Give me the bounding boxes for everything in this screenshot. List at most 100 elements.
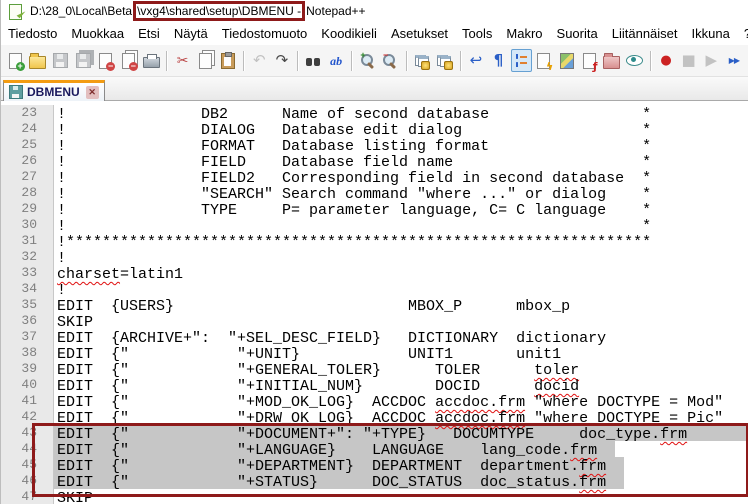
paste-icon[interactable] <box>218 49 239 72</box>
code-line[interactable]: 27! FIELD2 Corresponding field in second… <box>1 169 748 185</box>
save-all-icon[interactable] <box>73 49 94 72</box>
line-number[interactable]: 25 <box>1 137 54 153</box>
macro-stop-icon[interactable]: ■ <box>678 49 699 72</box>
menu-item-muokkaa[interactable]: Muokkaa <box>64 24 131 43</box>
line-number[interactable]: 26 <box>1 153 54 169</box>
line-number[interactable]: 32 <box>1 249 54 265</box>
code-line[interactable]: 45EDIT {" "+DEPARTMENT} DEPARTMENT depar… <box>1 457 748 473</box>
code-line[interactable]: 29! TYPE P= parameter language, C= C lan… <box>1 201 748 217</box>
line-number[interactable]: 43 <box>1 425 54 441</box>
doc-map-icon[interactable] <box>556 49 577 72</box>
word-wrap-icon[interactable]: ↩ <box>466 49 487 72</box>
find-icon[interactable] <box>303 49 324 72</box>
monitor-eye-icon[interactable] <box>624 49 645 72</box>
code-line[interactable]: 40EDIT {" "+INITIAL_NUM} DOCID docid <box>1 377 748 393</box>
line-number[interactable]: 23 <box>1 105 54 121</box>
code-line[interactable]: 28! "SEARCH" Search command "where ..." … <box>1 185 748 201</box>
code-line[interactable]: 37EDIT {ARCHIVE+": "+SEL_DESC_FIELD} DIC… <box>1 329 748 345</box>
copy-icon[interactable] <box>195 49 216 72</box>
sync-h-icon[interactable] <box>434 49 455 72</box>
line-number[interactable]: 24 <box>1 121 54 137</box>
replace-icon[interactable]: ab <box>326 49 347 72</box>
menu-item-koodikieli[interactable]: Koodikieli <box>314 24 384 43</box>
line-number[interactable]: 42 <box>1 409 54 425</box>
line-number[interactable]: 46 <box>1 473 54 489</box>
tab-close-icon[interactable]: ✕ <box>86 86 99 99</box>
line-number[interactable]: 34 <box>1 281 54 297</box>
line-number[interactable]: 45 <box>1 457 54 473</box>
code-line-text-wrap: ! FIELD Database field name * <box>54 153 748 169</box>
code-line[interactable]: 30! * <box>1 217 748 233</box>
show-all-chars-icon[interactable]: ¶ <box>488 49 509 72</box>
function-list-icon[interactable]: ƒ <box>579 49 600 72</box>
line-number[interactable]: 35 <box>1 297 54 313</box>
line-number[interactable]: 44 <box>1 441 54 457</box>
line-number[interactable]: 27 <box>1 169 54 185</box>
print-icon[interactable] <box>141 49 162 72</box>
close-file-icon[interactable]: − <box>96 49 117 72</box>
code-text: EDIT {" "+STATUS} DOC_STATUS doc_status.… <box>57 474 606 491</box>
tab-dbmenu[interactable]: DBMENU ✕ <box>3 80 105 101</box>
close-all-icon[interactable]: − <box>118 49 139 72</box>
code-line[interactable]: 25! FORMAT Database listing format * <box>1 137 748 153</box>
code-line[interactable]: 38EDIT {" "+UNIT} UNIT1 unit1 <box>1 345 748 361</box>
line-number[interactable]: 28 <box>1 185 54 201</box>
menu-item-nyt[interactable]: Näytä <box>167 24 215 43</box>
new-file-icon[interactable]: + <box>5 49 26 72</box>
cut-icon[interactable]: ✂ <box>172 49 193 72</box>
indent-guide-icon[interactable] <box>511 49 532 72</box>
macro-record-icon[interactable]: ● <box>656 49 677 72</box>
code-line[interactable]: 42EDIT {" "+DRW_OK_LOG} ACCDOC accdoc.fr… <box>1 409 748 425</box>
code-line[interactable]: 32! <box>1 249 748 265</box>
doc-shortcut-icon[interactable]: ϟ <box>534 49 555 72</box>
line-number[interactable]: 41 <box>1 393 54 409</box>
save-icon[interactable] <box>50 49 71 72</box>
line-number[interactable]: 39 <box>1 361 54 377</box>
zoom-out-icon[interactable]: − <box>380 49 401 72</box>
code-line[interactable]: 36SKIP <box>1 313 748 329</box>
menu-item-tiedostomuoto[interactable]: Tiedostomuoto <box>215 24 315 43</box>
menu-item-suorita[interactable]: Suorita <box>550 24 605 43</box>
line-number[interactable]: 31 <box>1 233 54 249</box>
menu-item-tools[interactable]: Tools <box>455 24 499 43</box>
line-number[interactable]: 37 <box>1 329 54 345</box>
code-line[interactable]: 24! DIALOG Database edit dialog * <box>1 121 748 137</box>
line-number[interactable]: 47 <box>1 489 54 504</box>
menu-item-asetukset[interactable]: Asetukset <box>384 24 455 43</box>
line-number[interactable]: 29 <box>1 201 54 217</box>
menu-item-etsi[interactable]: Etsi <box>131 24 167 43</box>
code-line[interactable]: 41EDIT {" "+MOD_OK_LOG} ACCDOC accdoc.fr… <box>1 393 748 409</box>
menu-item-ikkuna[interactable]: Ikkuna <box>685 24 737 43</box>
zoom-in-icon[interactable]: + <box>357 49 378 72</box>
code-line[interactable]: 34! <box>1 281 748 297</box>
folder-workspace-icon[interactable] <box>602 49 623 72</box>
menu-item-makro[interactable]: Makro <box>499 24 549 43</box>
code-line[interactable]: 46EDIT {" "+STATUS} DOC_STATUS doc_statu… <box>1 473 748 489</box>
line-number[interactable]: 36 <box>1 313 54 329</box>
line-number[interactable]: 30 <box>1 217 54 233</box>
line-number[interactable]: 40 <box>1 377 54 393</box>
sync-v-icon[interactable] <box>411 49 432 72</box>
code-line[interactable]: 35EDIT {USERS} MBOX_P mbox_p <box>1 297 748 313</box>
line-number[interactable]: 38 <box>1 345 54 361</box>
title-app-name: Notepad++ <box>306 4 365 18</box>
editor-area[interactable]: 23! DB2 Name of second database *24! DIA… <box>1 101 748 504</box>
code-line[interactable]: 23! DB2 Name of second database * <box>1 105 748 121</box>
line-number[interactable]: 33 <box>1 265 54 281</box>
code-line[interactable]: 26! FIELD Database field name * <box>1 153 748 169</box>
redo-icon[interactable]: ↷ <box>272 49 293 72</box>
code-line[interactable]: 43EDIT {" "+DOCUMENT+": "+TYPE} DOCUMTYP… <box>1 425 748 441</box>
code-line[interactable]: 44EDIT {" "+LANGUAGE} LANGUAGE lang_code… <box>1 441 748 457</box>
code-text: ! * <box>57 218 651 235</box>
code-line[interactable]: 33charset=latin1 <box>1 265 748 281</box>
code-line[interactable]: 31!*************************************… <box>1 233 748 249</box>
menu-item-tiedosto[interactable]: Tiedosto <box>1 24 64 43</box>
code-line[interactable]: 47SKIP <box>1 489 748 504</box>
menu-item-liitnniset[interactable]: Liitännäiset <box>605 24 685 43</box>
code-line[interactable]: 39EDIT {" "+GENERAL_TOLER} TOLER toler <box>1 361 748 377</box>
menu-item-?[interactable]: ? <box>737 24 748 43</box>
macro-multi-icon[interactable]: ▶▶ <box>724 49 745 72</box>
undo-icon[interactable]: ↶ <box>249 49 270 72</box>
open-folder-icon[interactable] <box>28 49 49 72</box>
macro-play-icon[interactable]: ▶ <box>701 49 722 72</box>
